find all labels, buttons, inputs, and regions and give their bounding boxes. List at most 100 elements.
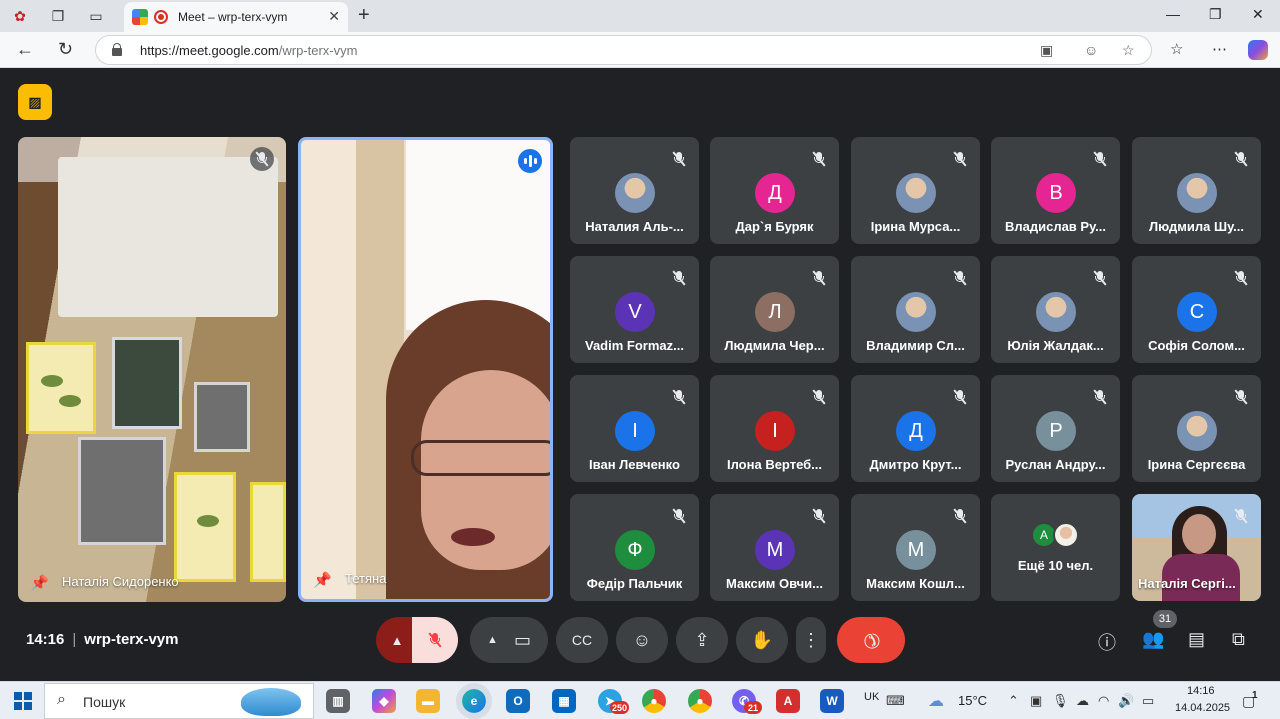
scene-wall	[58, 157, 278, 317]
participant-tile[interactable]: Ірина Сергєєва	[1132, 375, 1261, 482]
outlook-icon[interactable]: O	[506, 689, 530, 713]
present-screen-button[interactable]: ⇪	[676, 617, 728, 663]
task-view-icon[interactable]: ▥	[326, 689, 350, 713]
participant-tile[interactable]: Ф Федір Пальчик	[570, 494, 699, 601]
avatar: V	[615, 292, 655, 332]
camera-icon: ▭	[513, 629, 531, 650]
avatar: В	[1036, 173, 1076, 213]
camera-toggle-button[interactable]: ▲ ▭	[470, 617, 548, 663]
more-participants-tile[interactable]: А Ещё 10 чел.	[991, 494, 1120, 601]
scene-poster	[194, 382, 250, 452]
mic-off-icon	[948, 385, 972, 409]
participant-tile[interactable]: М Максим Овчи...	[710, 494, 839, 601]
more-menu-icon[interactable]: ⋯	[1212, 40, 1227, 58]
chat-icon[interactable]: ▤	[1188, 629, 1205, 650]
self-video-tile[interactable]: Наталія Сергі...	[1132, 494, 1261, 601]
captions-button[interactable]: CC	[556, 617, 608, 663]
close-tab-icon[interactable]: ✕	[328, 8, 340, 25]
participant-tile[interactable]: Л Людмила Чер...	[710, 256, 839, 363]
battery-icon[interactable]: ▭	[1142, 693, 1154, 709]
participant-tile[interactable]: Д Дар`я Буряк	[710, 137, 839, 244]
minimize-icon[interactable]: —	[1166, 6, 1180, 22]
participant-tile[interactable]: С Софія Солом...	[1132, 256, 1261, 363]
activities-icon[interactable]: ⧉	[1232, 629, 1245, 650]
camera-off-indicator-icon[interactable]: ▨	[18, 84, 52, 120]
acrobat-icon[interactable]: A	[776, 689, 800, 713]
volume-icon[interactable]: 🔊	[1118, 693, 1134, 709]
favorite-star-icon[interactable]: ☆	[1122, 42, 1135, 59]
weather-cloud-icon[interactable]: ☁	[928, 691, 944, 711]
participant-tile[interactable]: І Ілона Вертеб...	[710, 375, 839, 482]
language-indicator[interactable]: UK	[864, 691, 879, 703]
reader-icon[interactable]: ☺	[1084, 42, 1098, 58]
mic-off-icon	[667, 147, 691, 171]
camera-tray-icon[interactable]: ▣	[1030, 693, 1042, 709]
telegram-icon[interactable]: ➤ 250	[598, 689, 630, 714]
meet-stage: ▨ 📌 Наталія Сидоренко 📌 Тетяна Наталия А…	[4, 69, 1276, 678]
lock-icon[interactable]	[112, 43, 122, 56]
participant-tile[interactable]: Ірина Мурса...	[851, 137, 980, 244]
reactions-button[interactable]: ☺	[616, 617, 668, 663]
chrome-icon[interactable]: ●	[642, 689, 666, 713]
participant-name: Іван Левченко	[589, 457, 680, 472]
microphone-tray-icon[interactable]: 🎙	[1052, 693, 1069, 709]
edge-icon[interactable]: e	[456, 683, 492, 719]
participant-tile[interactable]: Юлія Жалдак...	[991, 256, 1120, 363]
telegram-badge: 250	[610, 701, 630, 714]
refresh-icon[interactable]: ↻	[58, 39, 73, 60]
participant-tile[interactable]: І Іван Левченко	[570, 375, 699, 482]
favorites-icon[interactable]: ☆	[1170, 40, 1183, 58]
participant-tile[interactable]: М Максим Кошл...	[851, 494, 980, 601]
more-options-button[interactable]: ⋮	[796, 617, 826, 663]
pin-icon[interactable]: 📌	[313, 571, 332, 589]
clock-time[interactable]: 14:16	[1187, 685, 1215, 697]
pin-icon[interactable]: 📌	[30, 574, 49, 592]
participant-tile[interactable]: В Владислав Ру...	[991, 137, 1120, 244]
word-icon[interactable]: W	[820, 689, 844, 713]
profile-icon[interactable]: ✿	[10, 6, 30, 26]
participant-name: Людмила Шу...	[1149, 219, 1244, 234]
tray-chevron-up-icon[interactable]: ⌃	[1008, 693, 1019, 709]
cloud-sync-icon[interactable]: ☁	[1076, 693, 1089, 709]
participant-tile[interactable]: Людмила Шу...	[1132, 137, 1261, 244]
participant-tile[interactable]: V Vadim Formaz...	[570, 256, 699, 363]
chrome-profile-icon[interactable]: ●	[688, 689, 712, 713]
viber-icon[interactable]: ✆ 21	[732, 689, 762, 714]
close-window-icon[interactable]: ✕	[1252, 6, 1264, 23]
meeting-details-icon[interactable]: ⓘ	[1098, 629, 1116, 655]
start-button[interactable]	[14, 692, 32, 710]
camera-in-use-icon[interactable]: ▣	[1040, 42, 1053, 59]
leave-call-button[interactable]: ✆	[837, 617, 905, 663]
participant-tile[interactable]: Д Дмитро Крут...	[851, 375, 980, 482]
store-icon[interactable]: ▦	[552, 689, 576, 713]
url-input[interactable]: https://meet.google.com/wrp-terx-vym ▣ ☺…	[95, 35, 1152, 65]
restore-icon[interactable]: ❐	[1209, 6, 1222, 23]
pinned-tile-2[interactable]: 📌 Тетяна	[298, 137, 553, 602]
wifi-icon[interactable]: ◠	[1098, 693, 1109, 709]
copilot-app-icon[interactable]: ◆	[372, 689, 396, 713]
avatar	[1036, 292, 1076, 332]
pinned-tile-1[interactable]: 📌 Наталія Сидоренко	[18, 137, 286, 602]
copilot-icon[interactable]	[1248, 40, 1268, 60]
tab-meet[interactable]: Meet – wrp-terx-vym ✕	[124, 2, 348, 32]
keyboard-icon[interactable]: ⌨	[886, 693, 905, 709]
avatar: М	[755, 530, 795, 570]
clock-date[interactable]: 14.04.2025	[1175, 702, 1230, 714]
participant-tile[interactable]: Наталия Аль-...	[570, 137, 699, 244]
avatar: М	[896, 530, 936, 570]
mic-off-icon	[250, 147, 274, 171]
scene-poster	[250, 482, 286, 582]
file-explorer-icon[interactable]: ▬	[416, 689, 440, 713]
raise-hand-button[interactable]: ✋	[736, 617, 788, 663]
back-icon[interactable]: ←	[16, 39, 34, 60]
tab-actions-icon[interactable]: ▭	[86, 6, 106, 26]
weather-temp[interactable]: 15°C	[958, 693, 987, 708]
workspaces-icon[interactable]: ❐	[48, 6, 68, 26]
participant-tile[interactable]: Р Руслан Андру...	[991, 375, 1120, 482]
people-icon[interactable]: 👥	[1142, 629, 1164, 650]
new-tab-icon[interactable]: +	[358, 4, 370, 27]
participant-name: Максим Кошл...	[866, 576, 965, 591]
taskbar-search[interactable]: ⌕ Пошук	[44, 683, 314, 719]
participant-tile[interactable]: Владимир Сл...	[851, 256, 980, 363]
mic-toggle-button[interactable]	[412, 617, 458, 663]
